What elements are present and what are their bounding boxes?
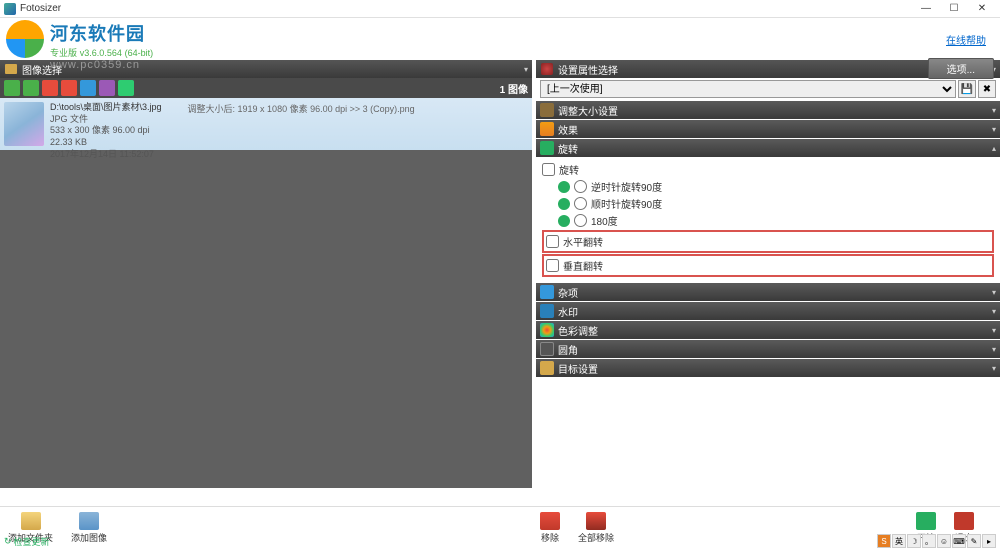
misc-icon bbox=[540, 285, 554, 299]
settings-title: 设置属性选择 bbox=[558, 62, 618, 77]
settings-panel: 设置属性选择 ▾ [上一次使用] 💾 ✖ 调整大小设置 ▾ 效果 ▾ 旋转 ▴ … bbox=[532, 60, 1000, 488]
rotate-icon bbox=[540, 141, 554, 155]
chevron-icon: ▾ bbox=[992, 307, 996, 316]
resize-icon bbox=[540, 103, 554, 117]
footer: 添加文件夹 添加图像 移除 全部移除 开始 退出 bbox=[0, 506, 1000, 548]
preset-select[interactable]: [上一次使用] bbox=[540, 80, 956, 98]
remove-button[interactable] bbox=[42, 80, 58, 96]
rotate-ccw-icon bbox=[558, 198, 570, 210]
image-count: 1 图像 bbox=[500, 81, 528, 96]
image-type: JPG 文件 bbox=[50, 114, 162, 126]
image-list-panel: 图像选择 ▾ 1 图像 D:\tools\桌面\图片素材\3.jpg JPG 文… bbox=[0, 60, 532, 488]
header: 河东软件园 专业版 v3.6.0.564 (64-bit) www.pc0359… bbox=[0, 18, 1000, 60]
rotate-cw-icon bbox=[558, 181, 570, 193]
window-title: Fotosizer bbox=[20, 3, 912, 14]
section-effects[interactable]: 效果 ▾ bbox=[536, 120, 1000, 138]
dest-icon bbox=[540, 361, 554, 375]
help-link[interactable]: 在线帮助 bbox=[946, 32, 986, 47]
app-icon bbox=[4, 3, 16, 15]
chevron-icon: ▾ bbox=[992, 345, 996, 354]
ime-lang[interactable]: 英 bbox=[892, 534, 906, 548]
image-icon bbox=[79, 512, 99, 530]
thumbnail bbox=[4, 102, 44, 146]
ime-kbd-icon[interactable]: ⌨ bbox=[952, 534, 966, 548]
chevron-icon: ▾ bbox=[992, 106, 996, 115]
ime-punct[interactable]: 。 bbox=[922, 534, 936, 548]
image-date: 2017年12月14日 11:52:07 bbox=[50, 149, 162, 161]
image-dims: 533 x 300 像素 96.00 dpi bbox=[50, 125, 162, 137]
preset-save-button[interactable]: 💾 bbox=[958, 80, 976, 98]
section-watermark[interactable]: 水印 ▾ bbox=[536, 302, 1000, 320]
chevron-icon: ▾ bbox=[992, 364, 996, 373]
minimize-button[interactable]: — bbox=[912, 1, 940, 17]
version-label: v3.6.0.564 bbox=[80, 48, 122, 58]
effects-icon bbox=[540, 122, 554, 136]
chevron-icon: ▾ bbox=[992, 326, 996, 335]
ime-icon[interactable]: S bbox=[877, 534, 891, 548]
remove-icon bbox=[540, 512, 560, 530]
add-button[interactable] bbox=[4, 80, 20, 96]
section-misc[interactable]: 杂项 ▾ bbox=[536, 283, 1000, 301]
remove-button[interactable]: 移除 bbox=[540, 512, 560, 544]
refresh-button[interactable] bbox=[80, 80, 96, 96]
chevron-icon: ▴ bbox=[992, 144, 996, 153]
add-image-button[interactable]: 添加图像 bbox=[71, 512, 107, 544]
remove-all-icon bbox=[586, 512, 606, 530]
remove-all-button[interactable]: 全部移除 bbox=[578, 512, 614, 544]
rotate-cw-radio[interactable] bbox=[574, 180, 587, 193]
section-rotate[interactable]: 旋转 ▴ bbox=[536, 139, 1000, 157]
chevron-down-icon: ▾ bbox=[524, 65, 528, 74]
brand-url: www.pc0359.cn bbox=[50, 59, 153, 71]
ime-close-icon[interactable]: ▸ bbox=[982, 534, 996, 548]
add-folder-button[interactable] bbox=[23, 80, 39, 96]
image-list-item[interactable]: D:\tools\桌面\图片素材\3.jpg JPG 文件 533 x 300 … bbox=[0, 98, 532, 150]
resize-info: 调整大小后: 1919 x 1080 像素 96.00 dpi >> 3 (Co… bbox=[188, 102, 415, 146]
ime-moon-icon[interactable]: ☽ bbox=[907, 534, 921, 548]
watermark-icon bbox=[540, 304, 554, 318]
maximize-button[interactable]: ☐ bbox=[940, 1, 968, 17]
image-toolbar: 1 图像 bbox=[0, 78, 532, 98]
remove-all-button[interactable] bbox=[61, 80, 77, 96]
close-button[interactable]: ✕ bbox=[968, 1, 996, 17]
rotate-ccw-radio[interactable] bbox=[574, 197, 587, 210]
flip-v-checkbox[interactable] bbox=[546, 259, 559, 272]
logo-icon bbox=[6, 20, 44, 58]
chevron-icon: ▾ bbox=[992, 288, 996, 297]
preset-delete-button[interactable]: ✖ bbox=[978, 80, 996, 98]
play-icon bbox=[916, 512, 936, 530]
rotate-checkbox[interactable] bbox=[542, 163, 555, 176]
brand-name: 河东软件园 bbox=[50, 20, 153, 46]
power-icon bbox=[954, 512, 974, 530]
options-button[interactable]: 选项... bbox=[928, 58, 994, 79]
gear-icon bbox=[541, 63, 553, 75]
rotate-180-icon bbox=[558, 215, 570, 227]
color-icon bbox=[540, 323, 554, 337]
folder-icon bbox=[5, 64, 17, 74]
edition-label: 专业版 bbox=[50, 48, 77, 58]
flip-h-checkbox[interactable] bbox=[546, 235, 559, 248]
chevron-icon: ▾ bbox=[992, 125, 996, 134]
image-size: 22.33 KB bbox=[50, 137, 162, 149]
folder-icon bbox=[21, 512, 41, 530]
section-corner[interactable]: 圆角 ▾ bbox=[536, 340, 1000, 358]
arch-label: (64-bit) bbox=[125, 48, 154, 58]
image-path: D:\tools\桌面\图片素材\3.jpg bbox=[50, 102, 162, 114]
rotate-options: 旋转 逆时针旋转90度 顺时针旋转90度 180度 水平翻转 垂直翻转 bbox=[536, 157, 1000, 282]
ime-emoji-icon[interactable]: ☺ bbox=[937, 534, 951, 548]
corner-icon bbox=[540, 342, 554, 356]
titlebar: Fotosizer — ☐ ✕ bbox=[0, 0, 1000, 18]
ime-bar: S 英 ☽ 。 ☺ ⌨ ✎ ▸ bbox=[877, 534, 996, 548]
section-color[interactable]: 色彩调整 ▾ bbox=[536, 321, 1000, 339]
update-link[interactable]: ↻ 检查更新 bbox=[4, 535, 50, 548]
save-button[interactable] bbox=[118, 80, 134, 96]
section-resize[interactable]: 调整大小设置 ▾ bbox=[536, 101, 1000, 119]
rotate-180-radio[interactable] bbox=[574, 214, 587, 227]
section-dest[interactable]: 目标设置 ▾ bbox=[536, 359, 1000, 377]
ime-tool-icon[interactable]: ✎ bbox=[967, 534, 981, 548]
view-button[interactable] bbox=[99, 80, 115, 96]
